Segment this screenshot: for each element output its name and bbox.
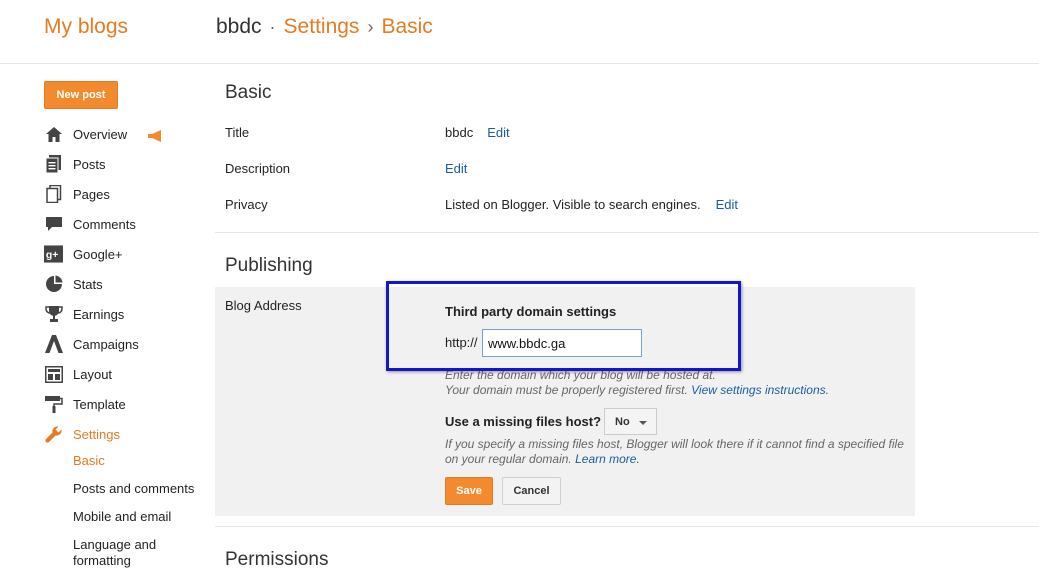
missing-files-label: Use a missing files host? [445, 414, 602, 429]
sidebar-item-layout[interactable]: Layout [44, 364, 214, 394]
missing-files-help-text: If you specify a missing files host, Blo… [445, 437, 905, 467]
http-prefix: http:// [445, 335, 478, 350]
campaigns-icon [44, 335, 63, 353]
section-divider [215, 232, 1039, 233]
breadcrumb-settings[interactable]: Settings [284, 15, 360, 38]
blog-address-label: Blog Address [225, 298, 302, 313]
posts-icon [44, 155, 63, 173]
sidebar: New post Overview Posts Pages Comments g… [0, 64, 215, 577]
google-plus-icon: g+ [44, 245, 63, 263]
sidebar-item-template[interactable]: Template [44, 394, 214, 424]
missing-files-help-body: If you specify a missing files host, Blo… [445, 437, 904, 466]
cancel-button[interactable]: Cancel [502, 477, 561, 505]
privacy-row: Listed on Blogger. Visible to search eng… [445, 197, 738, 212]
sidebar-subitem-mobile-and-email[interactable]: Mobile and email [73, 509, 214, 524]
my-blogs-link[interactable]: My blogs [44, 15, 128, 39]
domain-help-text: Enter the domain which your blog will be… [445, 368, 829, 398]
layout-icon [44, 365, 63, 383]
title-value: bbdc [445, 125, 474, 140]
sidebar-item-label: Overview [73, 127, 128, 142]
sidebar-subitem-basic[interactable]: Basic [73, 453, 214, 468]
paint-roller-icon [44, 395, 63, 413]
sidebar-item-label: Campaigns [73, 337, 139, 352]
sidebar-item-posts[interactable]: Posts [44, 154, 214, 184]
privacy-label: Privacy [225, 197, 268, 212]
learn-more-link[interactable]: Learn more. [575, 452, 640, 466]
blog-address-panel [215, 287, 915, 516]
home-icon [44, 125, 63, 143]
sidebar-item-label: Stats [73, 277, 103, 292]
sidebar-item-label: Earnings [73, 307, 125, 322]
missing-files-select[interactable]: No [604, 408, 657, 435]
sidebar-item-label: Template [73, 397, 126, 412]
breadcrumb-blog-name[interactable]: bbdc [216, 15, 262, 38]
title-edit-link[interactable]: Edit [487, 125, 509, 140]
wrench-icon [44, 425, 63, 443]
title-row: bbdc Edit [445, 125, 510, 140]
sidebar-item-pages[interactable]: Pages [44, 184, 214, 214]
pages-icon [44, 185, 63, 203]
sidebar-item-settings[interactable]: Settings [44, 424, 214, 454]
new-post-button[interactable]: New post [44, 81, 118, 109]
sidebar-item-label: Pages [73, 187, 110, 202]
pie-chart-icon [44, 275, 63, 293]
breadcrumb-separator: › [367, 17, 374, 37]
domain-help-line2: Your domain must be properly registered … [445, 383, 829, 398]
megaphone-icon[interactable] [147, 128, 163, 148]
description-row: Edit [445, 161, 467, 176]
section-divider [215, 526, 1039, 527]
sidebar-item-overview[interactable]: Overview [44, 124, 214, 154]
sidebar-item-label: Layout [73, 367, 113, 382]
breadcrumb-basic: Basic [381, 15, 433, 38]
sidebar-item-campaigns[interactable]: Campaigns [44, 334, 214, 364]
third-party-heading: Third party domain settings [445, 304, 617, 319]
comment-icon [44, 215, 63, 233]
trophy-icon [44, 305, 63, 323]
publishing-heading: Publishing [225, 255, 313, 276]
sidebar-nav: Overview Posts Pages Comments g+ Google+… [44, 124, 214, 568]
permissions-heading: Permissions [225, 549, 329, 570]
sidebar-item-earnings[interactable]: Earnings [44, 304, 214, 334]
svg-text:g+: g+ [46, 250, 58, 261]
sidebar-item-comments[interactable]: Comments [44, 214, 214, 244]
chevron-down-icon [639, 421, 647, 425]
main-content: Basic Title bbdc Edit Description Edit Pr… [215, 64, 1039, 577]
sidebar-item-stats[interactable]: Stats [44, 274, 214, 304]
sidebar-subitem-language-and-formatting[interactable]: Language and formatting [73, 537, 183, 569]
domain-input[interactable] [482, 329, 642, 357]
sidebar-item-label: Google+ [73, 247, 123, 262]
privacy-edit-link[interactable]: Edit [716, 197, 738, 212]
sidebar-item-label: Settings [73, 427, 120, 442]
privacy-value: Listed on Blogger. Visible to search eng… [445, 197, 701, 212]
breadcrumb-separator: · [269, 17, 276, 37]
domain-help-line2-text: Your domain must be properly registered … [445, 383, 688, 397]
domain-help-line1: Enter the domain which your blog will be… [445, 368, 716, 382]
view-settings-instructions-link[interactable]: View settings instructions. [691, 383, 829, 397]
basic-heading: Basic [225, 82, 272, 103]
sidebar-item-label: Comments [73, 217, 136, 232]
sidebar-item-google-plus[interactable]: g+ Google+ [44, 244, 214, 274]
description-edit-link[interactable]: Edit [445, 161, 467, 176]
top-header: My blogs bbdc · Settings › Basic [0, 0, 1039, 64]
sidebar-item-label: Posts [73, 157, 106, 172]
title-label: Title [225, 125, 250, 140]
sidebar-subitem-posts-and-comments[interactable]: Posts and comments [73, 481, 214, 496]
missing-files-value: No [615, 416, 630, 428]
save-button[interactable]: Save [445, 477, 493, 505]
description-label: Description [225, 161, 291, 176]
breadcrumb: bbdc · Settings › Basic [216, 15, 433, 39]
